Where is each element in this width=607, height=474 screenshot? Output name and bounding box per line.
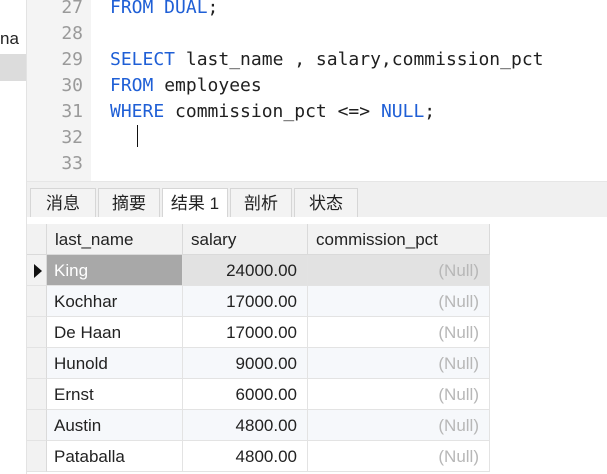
table-row[interactable]: Kochhar 17000.00 (Null)	[27, 286, 492, 317]
code-text: SELECT last_name , salary,commission_pct	[110, 47, 544, 73]
cell-salary[interactable]: 17000.00	[183, 317, 308, 348]
code-line: 28	[27, 21, 607, 47]
column-header-salary[interactable]: salary	[183, 224, 308, 255]
cell-salary[interactable]: 17000.00	[183, 286, 308, 317]
sql-editor[interactable]: 27 FROM DUAL; 28 29 SELECT last_name , salar…	[27, 0, 607, 181]
sql-keyword: SELECT	[110, 49, 176, 70]
line-number: 29	[61, 49, 83, 70]
cell-salary[interactable]: 24000.00	[183, 255, 308, 286]
line-number: 30	[61, 75, 83, 96]
cell-last-name[interactable]: Ernst	[47, 379, 183, 410]
row-indicator[interactable]	[27, 348, 47, 379]
cell-salary[interactable]: 4800.00	[183, 441, 308, 472]
code-text: FROM employees	[110, 73, 262, 99]
table-row[interactable]: Ernst 6000.00 (Null)	[27, 379, 492, 410]
cell-salary[interactable]: 6000.00	[183, 379, 308, 410]
result-tabs: 消息 摘要 结果 1 剖析 状态	[27, 181, 607, 219]
cell-last-name[interactable]: Kochhar	[47, 286, 183, 317]
table-row[interactable]: Hunold 9000.00 (Null)	[27, 348, 492, 379]
sql-keyword: WHERE	[110, 101, 165, 122]
cell-commission-pct[interactable]: (Null)	[308, 348, 490, 379]
code-line: 30 FROM employees	[27, 73, 607, 99]
table-row[interactable]: De Haan 17000.00 (Null)	[27, 317, 492, 348]
row-indicator[interactable]	[27, 379, 47, 410]
row-indicator[interactable]	[27, 410, 47, 441]
cell-salary[interactable]: 4800.00	[183, 410, 308, 441]
cell-last-name[interactable]: Hunold	[47, 348, 183, 379]
sidebar-item-fragment[interactable]: na	[0, 29, 19, 49]
tab-4[interactable]: 状态	[294, 188, 358, 218]
cell-commission-pct[interactable]: (Null)	[308, 255, 490, 286]
cell-last-name[interactable]: King	[47, 255, 183, 286]
code-line: 29 SELECT last_name , salary,commission_p…	[27, 47, 607, 73]
table-row[interactable]: Pataballa 4800.00 (Null)	[27, 441, 492, 472]
sql-text: commission_pct <=>	[164, 101, 381, 122]
tab-3[interactable]: 剖析	[230, 188, 292, 218]
cell-last-name[interactable]: Pataballa	[47, 441, 183, 472]
line-number: 33	[61, 153, 83, 174]
object-sidebar: na	[0, 0, 27, 474]
code-text: WHERE commission_pct <=> NULL;	[110, 99, 435, 125]
column-header-last-name[interactable]: last_name	[47, 224, 183, 255]
code-text: FROM DUAL;	[110, 0, 218, 21]
cell-commission-pct[interactable]: (Null)	[308, 410, 490, 441]
line-number: 27	[61, 0, 83, 18]
result-grid[interactable]: last_name salary commission_pct King 2400…	[27, 217, 607, 474]
table-row[interactable]: Austin 4800.00 (Null)	[27, 410, 492, 441]
sql-keyword: FROM DUAL	[110, 0, 208, 18]
row-indicator[interactable]	[27, 255, 47, 286]
row-indicator[interactable]	[27, 317, 47, 348]
sql-text: employees	[153, 75, 262, 96]
current-row-arrow-icon	[34, 264, 42, 278]
line-number: 28	[61, 23, 83, 44]
sql-text: ;	[207, 0, 219, 18]
sql-text: ;	[424, 101, 436, 122]
code-line: 33	[27, 151, 607, 177]
cell-commission-pct[interactable]: (Null)	[308, 441, 490, 472]
line-number: 32	[61, 127, 83, 148]
code-line: 27 FROM DUAL;	[27, 0, 607, 21]
text-caret	[137, 125, 138, 147]
cell-last-name[interactable]: Austin	[47, 410, 183, 441]
sql-keyword: NULL	[380, 101, 425, 122]
table-row[interactable]: King 24000.00 (Null)	[27, 255, 492, 286]
line-number: 31	[61, 101, 83, 122]
sql-text: last_name , salary,commission_pct	[175, 49, 544, 70]
tab-2[interactable]: 结果 1	[162, 188, 228, 219]
column-header-commission-pct[interactable]: commission_pct	[308, 224, 490, 255]
sidebar-selected-item[interactable]	[0, 54, 26, 81]
row-indicator[interactable]	[27, 441, 47, 472]
sql-keyword: FROM	[110, 75, 154, 96]
cell-commission-pct[interactable]: (Null)	[308, 317, 490, 348]
row-indicator-header	[27, 224, 47, 255]
row-indicator[interactable]	[27, 286, 47, 317]
tab-0[interactable]: 消息	[30, 188, 96, 218]
cell-last-name[interactable]: De Haan	[47, 317, 183, 348]
cell-commission-pct[interactable]: (Null)	[308, 379, 490, 410]
code-line: 31 WHERE commission_pct <=> NULL;	[27, 99, 607, 125]
code-line: 32	[27, 125, 607, 151]
tab-1[interactable]: 摘要	[98, 188, 160, 218]
cell-salary[interactable]: 9000.00	[183, 348, 308, 379]
cell-commission-pct[interactable]: (Null)	[308, 286, 490, 317]
